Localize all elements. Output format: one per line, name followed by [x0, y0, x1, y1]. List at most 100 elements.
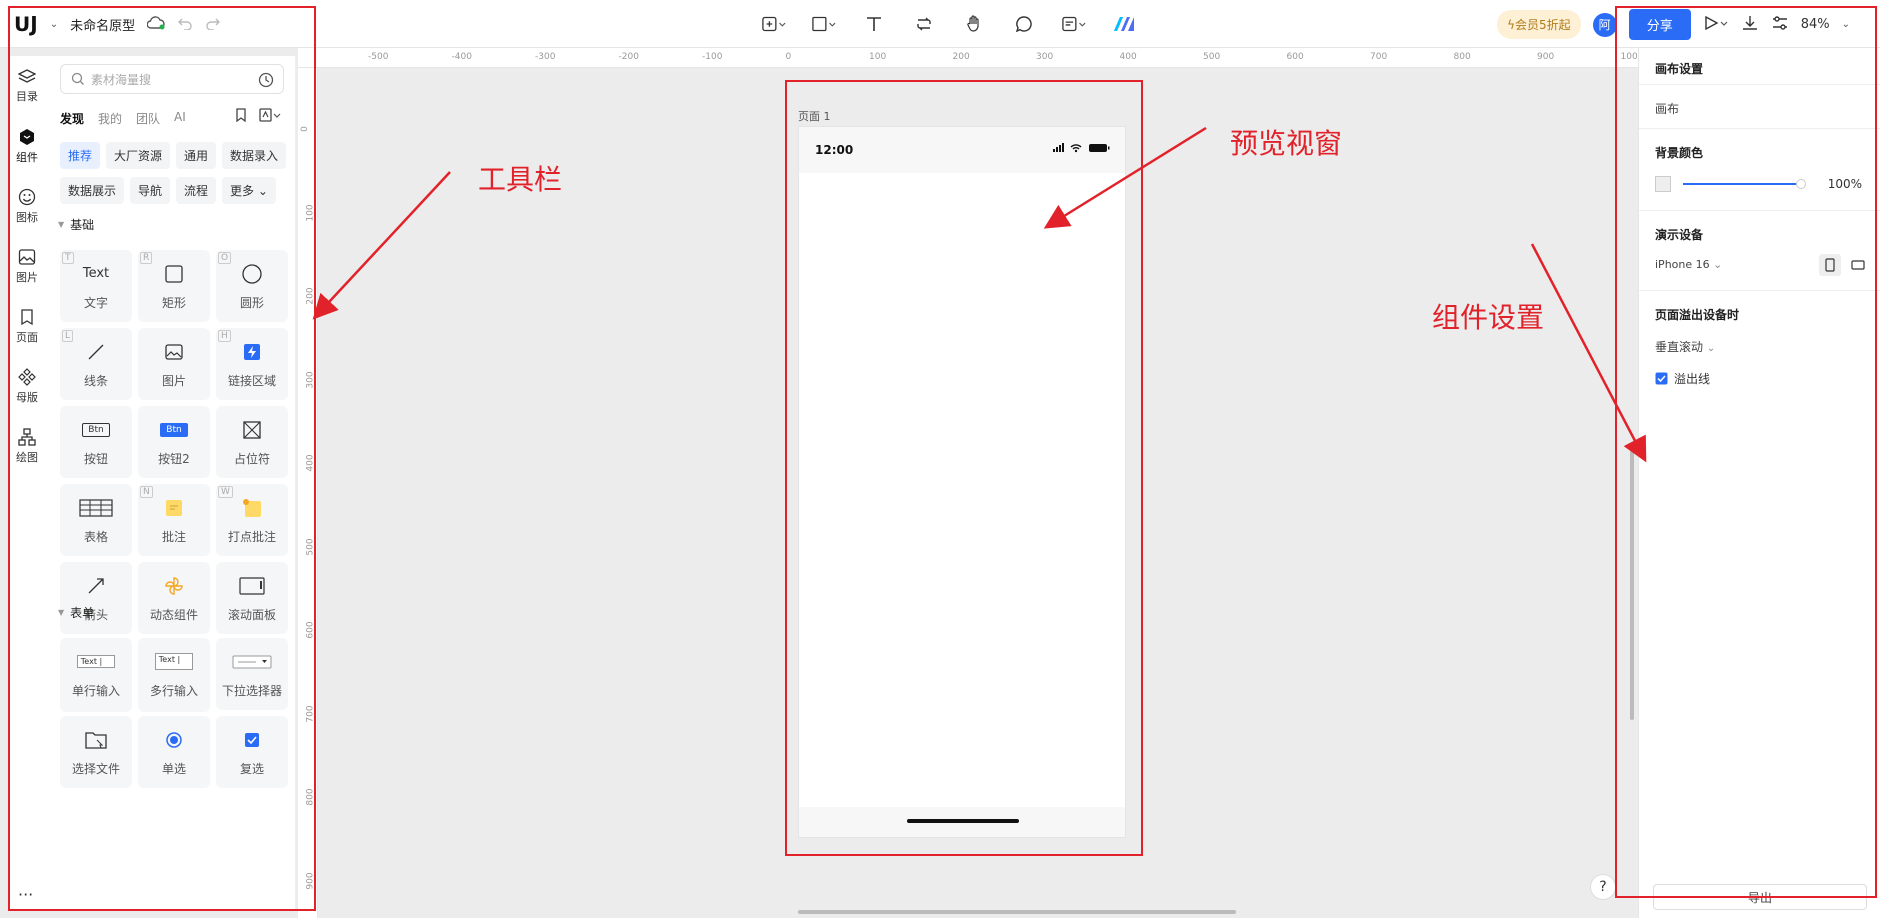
shape-icon[interactable] — [812, 12, 836, 36]
left-rail: 目录 组件 图标 图片 页面 母版 绘图 ··· — [8, 56, 46, 910]
hand-icon[interactable] — [962, 12, 986, 36]
component-dynamic[interactable]: 动态组件 — [138, 562, 210, 634]
play-icon[interactable] — [1703, 15, 1729, 35]
landscape-icon[interactable] — [1847, 254, 1869, 276]
component-annotation[interactable]: N 批注 — [138, 484, 210, 556]
component-dropdown[interactable]: 下拉选择器 — [216, 638, 288, 710]
ruler-tick-label: 900 — [305, 871, 316, 890]
rail-item-pages[interactable]: 页面 — [8, 296, 46, 356]
download-icon[interactable] — [1741, 14, 1759, 36]
component-single-input[interactable]: Text | 单行输入 — [60, 638, 132, 710]
component-table[interactable]: 表格 — [60, 484, 132, 556]
tab-ai[interactable]: AI — [174, 110, 186, 127]
zoom-level[interactable]: 84% — [1801, 17, 1830, 32]
component-link-area[interactable]: H 链接区域 — [216, 328, 288, 400]
chevron-down-icon[interactable]: ⌄ — [1842, 19, 1850, 30]
chip-data-entry[interactable]: 数据录入 — [222, 142, 287, 169]
chip-general[interactable]: 通用 — [176, 142, 217, 169]
panel-tabs: 发现 我的 团队 AI — [60, 110, 186, 127]
chevron-down-icon[interactable]: ⌄ — [50, 19, 58, 30]
opacity-value[interactable]: 100% — [1828, 177, 1862, 191]
component-scroll-panel[interactable]: 滚动面板 — [216, 562, 288, 634]
ai-logo-icon[interactable] — [1112, 12, 1136, 36]
component-button2[interactable]: Btn 按钮2 — [138, 406, 210, 478]
device-select[interactable]: iPhone 16 ⌄ — [1655, 258, 1722, 271]
ruler-tick-label: 700 — [305, 704, 316, 723]
chip-data-display[interactable]: 数据展示 — [60, 177, 125, 204]
ruler-tick-label: 500 — [305, 537, 316, 556]
sticky-note-icon — [164, 496, 184, 520]
chip-more[interactable]: 更多 ⌄ — [222, 177, 276, 204]
tab-mine[interactable]: 我的 — [98, 110, 122, 127]
history-icon[interactable] — [257, 71, 275, 89]
undo-icon[interactable] — [177, 15, 193, 34]
settings-sliders-icon[interactable] — [1771, 14, 1789, 36]
component-image[interactable]: 图片 — [138, 328, 210, 400]
rail-item-icons[interactable]: 图标 — [8, 176, 46, 236]
component-dot-annotation[interactable]: W 打点批注 — [216, 484, 288, 556]
insert-icon[interactable] — [762, 12, 786, 36]
section-form[interactable]: ▼ 表单 — [58, 604, 94, 621]
scroll-mode-select[interactable]: 垂直滚动 ⌄ — [1655, 338, 1715, 355]
component-arrow[interactable]: 箭头 — [60, 562, 132, 634]
chip-recommended[interactable]: 推荐 — [60, 142, 101, 169]
component-file-select[interactable]: 选择文件 — [60, 716, 132, 788]
vip-badge[interactable]: ϟ会员5折起 — [1497, 10, 1581, 39]
image-icon — [18, 248, 36, 265]
bookmark-icon[interactable] — [235, 108, 247, 122]
note-icon[interactable] — [1062, 12, 1086, 36]
share-button[interactable]: 分享 — [1628, 9, 1691, 40]
more-icon[interactable]: ··· — [18, 885, 33, 904]
section-basic[interactable]: ▼ 基础 — [58, 216, 94, 233]
ruler-tick-label: 100 — [305, 203, 316, 222]
component-rectangle[interactable]: R 矩形 — [138, 250, 210, 322]
page-label[interactable]: 页面 1 — [798, 108, 831, 124]
opacity-slider[interactable] — [1683, 179, 1806, 189]
comment-icon[interactable] — [1012, 12, 1036, 36]
slider-handle[interactable] — [1796, 179, 1806, 189]
vertical-scrollbar[interactable] — [1630, 450, 1634, 720]
redo-icon[interactable] — [205, 15, 221, 34]
portrait-icon[interactable] — [1819, 254, 1841, 276]
ruler-tick-label: -400 — [451, 52, 472, 62]
text-tool-icon[interactable] — [862, 12, 886, 36]
help-button[interactable]: ? — [1590, 874, 1616, 900]
export-button[interactable]: 导出 — [1653, 884, 1867, 910]
table-icon — [79, 496, 113, 520]
chevron-down-icon: ⌄ — [1713, 258, 1723, 271]
search-input[interactable]: 素材海量搜 — [60, 64, 284, 94]
rail-item-components[interactable]: 组件 — [8, 116, 46, 176]
horizontal-scrollbar[interactable] — [798, 910, 1236, 914]
library-icon[interactable] — [259, 108, 281, 122]
rail-item-catalog[interactable]: 目录 — [8, 56, 46, 116]
component-radio[interactable]: 单选 — [138, 716, 210, 788]
component-placeholder[interactable]: 占位符 — [216, 406, 288, 478]
chip-big-company[interactable]: 大厂资源 — [106, 142, 171, 169]
component-text[interactable]: T Text 文字 — [60, 250, 132, 322]
color-swatch[interactable] — [1655, 176, 1671, 192]
component-multi-input[interactable]: Text | 多行输入 — [138, 638, 210, 710]
app-logo[interactable]: ᑌJ — [14, 12, 38, 36]
ruler-tick-label: 400 — [305, 454, 316, 472]
connector-icon[interactable] — [912, 12, 936, 36]
rail-item-master[interactable]: 母版 — [8, 356, 46, 416]
component-circle[interactable]: O 圆形 — [216, 250, 288, 322]
tab-discover[interactable]: 发现 — [60, 110, 84, 127]
rail-item-drawing[interactable]: 绘图 — [8, 416, 46, 476]
component-line[interactable]: L 线条 — [60, 328, 132, 400]
cloud-sync-icon[interactable] — [146, 15, 165, 34]
phone-frame[interactable]: 12:00 — [798, 126, 1126, 838]
component-button[interactable]: Btn 按钮 — [60, 406, 132, 478]
top-toolbar: ᑌJ ⌄ 未命名原型 ϟ会员5折起 阿 分享 84% ⌄ — [0, 0, 1880, 48]
chip-flow[interactable]: 流程 — [176, 177, 217, 204]
overflow-line-checkbox[interactable]: 溢出线 — [1655, 370, 1710, 387]
chip-navigation[interactable]: 导航 — [130, 177, 171, 204]
avatar[interactable]: 阿 — [1592, 12, 1617, 37]
ruler-tick-label: 200 — [305, 287, 316, 305]
caret-down-icon: ▼ — [58, 608, 65, 617]
rail-item-images[interactable]: 图片 — [8, 236, 46, 296]
document-title[interactable]: 未命名原型 — [70, 15, 135, 34]
component-checkbox[interactable]: 复选 — [216, 716, 288, 788]
ruler-tick-label: 300 — [1036, 52, 1054, 62]
tab-team[interactable]: 团队 — [136, 110, 160, 127]
